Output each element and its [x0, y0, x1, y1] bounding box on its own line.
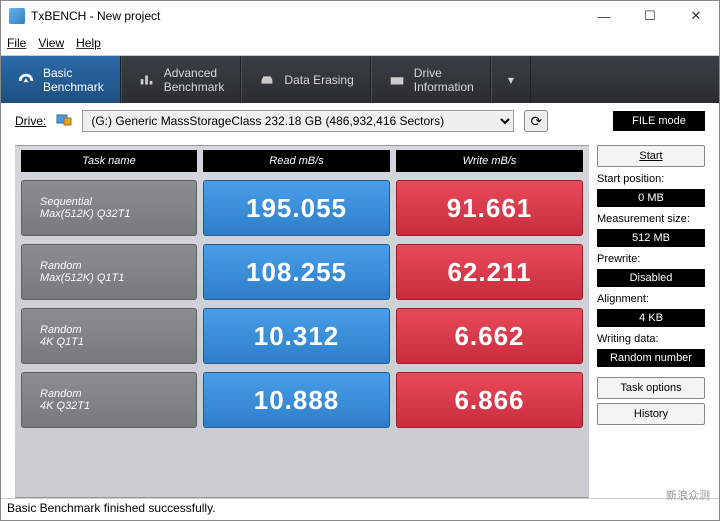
drive-bar: Drive: (G:) Generic MassStorageClass 232… — [1, 103, 719, 139]
write-value: 6.866 — [396, 372, 583, 428]
drive-icon — [388, 71, 406, 89]
writing-data-value[interactable]: Random number — [597, 349, 705, 367]
menu-view[interactable]: View — [38, 36, 64, 50]
task-button-4k-q32[interactable]: Random4K Q32T1 — [21, 372, 197, 428]
bench-row: RandomMax(512K) Q1T1 108.255 62.211 — [21, 244, 583, 300]
start-position-value[interactable]: 0 MB — [597, 189, 705, 207]
writing-data-label: Writing data: — [597, 333, 705, 345]
chart-icon — [138, 71, 156, 89]
main-area: Task name Read mB/s Write mB/s Sequentia… — [1, 139, 719, 498]
tab-drive-information[interactable]: DriveInformation — [371, 56, 491, 103]
title-bar: TxBENCH - New project — ☐ ✕ — [1, 1, 719, 31]
drive-label: Drive: — [15, 114, 46, 128]
task-button-random-q1[interactable]: RandomMax(512K) Q1T1 — [21, 244, 197, 300]
menu-help[interactable]: Help — [76, 36, 101, 50]
drive-select[interactable]: (G:) Generic MassStorageClass 232.18 GB … — [82, 110, 514, 132]
refresh-button[interactable]: ⟳ — [524, 110, 548, 132]
bench-header: Task name Read mB/s Write mB/s — [21, 150, 583, 172]
measurement-size-label: Measurement size: — [597, 213, 705, 225]
bench-row: SequentialMax(512K) Q32T1 195.055 91.661 — [21, 180, 583, 236]
task-options-button[interactable]: Task options — [597, 377, 705, 399]
tab-label: AdvancedBenchmark — [164, 66, 225, 94]
prewrite-label: Prewrite: — [597, 253, 705, 265]
measurement-size-value[interactable]: 512 MB — [597, 229, 705, 247]
app-icon — [9, 8, 25, 24]
minimize-button[interactable]: — — [581, 1, 627, 31]
menu-file[interactable]: File — [7, 36, 26, 50]
tab-data-erasing[interactable]: Data Erasing — [241, 56, 370, 103]
menu-bar: File View Help — [1, 31, 719, 55]
prewrite-value[interactable]: Disabled — [597, 269, 705, 287]
status-bar: Basic Benchmark finished successfully. — [1, 498, 719, 520]
tab-label: DriveInformation — [414, 66, 474, 94]
tab-advanced-benchmark[interactable]: AdvancedBenchmark — [121, 56, 242, 103]
task-button-4k-q1[interactable]: Random4K Q1T1 — [21, 308, 197, 364]
watermark: 新浪众测 — [666, 487, 710, 503]
read-value: 10.888 — [203, 372, 390, 428]
gauge-icon — [17, 71, 35, 89]
write-value: 91.661 — [396, 180, 583, 236]
col-task: Task name — [21, 150, 197, 172]
col-write: Write mB/s — [396, 150, 583, 172]
maximize-button[interactable]: ☐ — [627, 1, 673, 31]
window-title: TxBENCH - New project — [31, 9, 581, 23]
side-panel: Start Start position: 0 MB Measurement s… — [597, 145, 705, 498]
tab-bar: BasicBenchmark AdvancedBenchmark Data Er… — [1, 55, 719, 103]
start-button[interactable]: Start — [597, 145, 705, 167]
benchmark-panel: Task name Read mB/s Write mB/s Sequentia… — [15, 145, 589, 498]
read-value: 195.055 — [203, 180, 390, 236]
file-mode-button[interactable]: FILE mode — [613, 111, 705, 131]
close-button[interactable]: ✕ — [673, 1, 719, 31]
tab-more-dropdown[interactable]: ▾ — [491, 56, 531, 103]
col-read: Read mB/s — [203, 150, 390, 172]
alignment-value[interactable]: 4 KB — [597, 309, 705, 327]
read-value: 10.312 — [203, 308, 390, 364]
write-value: 6.662 — [396, 308, 583, 364]
history-button[interactable]: History — [597, 403, 705, 425]
tab-basic-benchmark[interactable]: BasicBenchmark — [1, 56, 121, 103]
start-position-label: Start position: — [597, 173, 705, 185]
tab-label: BasicBenchmark — [43, 66, 104, 94]
drive-device-icon — [56, 113, 72, 130]
write-value: 62.211 — [396, 244, 583, 300]
alignment-label: Alignment: — [597, 293, 705, 305]
task-button-sequential[interactable]: SequentialMax(512K) Q32T1 — [21, 180, 197, 236]
read-value: 108.255 — [203, 244, 390, 300]
bench-row: Random4K Q1T1 10.312 6.662 — [21, 308, 583, 364]
bench-row: Random4K Q32T1 10.888 6.866 — [21, 372, 583, 428]
erase-icon — [258, 71, 276, 89]
app-window: TxBENCH - New project — ☐ ✕ File View He… — [0, 0, 720, 521]
tab-label: Data Erasing — [284, 73, 353, 87]
